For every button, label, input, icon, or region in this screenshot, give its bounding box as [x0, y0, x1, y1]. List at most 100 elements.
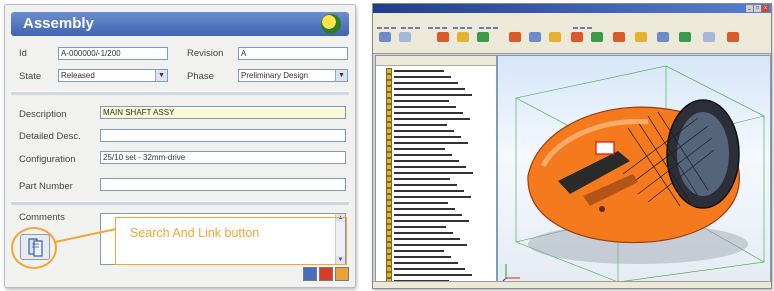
tree-item[interactable]	[386, 193, 474, 200]
ribbon-button[interactable]	[571, 32, 583, 42]
tree-item-label	[394, 183, 457, 186]
ribbon-button[interactable]	[727, 32, 739, 42]
phase-select[interactable]: Preliminary Design ▼	[238, 69, 348, 82]
tree-item[interactable]	[386, 265, 474, 272]
tree-item[interactable]	[386, 253, 474, 260]
tree-item[interactable]	[386, 151, 474, 158]
tree-item-label	[394, 135, 461, 138]
tree-item-label	[394, 243, 467, 246]
tree-item[interactable]	[386, 247, 474, 254]
tree-item[interactable]	[386, 127, 474, 134]
tree-item-label	[394, 93, 472, 96]
tree-item[interactable]	[386, 229, 474, 236]
feature-tree[interactable]	[375, 55, 497, 287]
ribbon-button[interactable]	[635, 32, 647, 42]
tree-item[interactable]	[386, 205, 474, 212]
revision-field[interactable]: A	[238, 47, 348, 60]
tree-item-label	[394, 219, 469, 222]
description-field[interactable]: MAIN SHAFT ASSY	[100, 106, 346, 119]
tree-item[interactable]	[386, 199, 474, 206]
tree-item[interactable]	[386, 259, 474, 266]
info-icon[interactable]	[335, 267, 349, 281]
tree-item[interactable]	[386, 67, 474, 74]
cad-window: _ □ x	[372, 3, 772, 289]
stop-icon[interactable]	[319, 267, 333, 281]
tree-item-label	[394, 261, 458, 264]
state-select[interactable]: Released ▼	[58, 69, 168, 82]
tree-item[interactable]	[386, 115, 474, 122]
tree-item[interactable]	[386, 223, 474, 230]
tree-item-label	[394, 81, 458, 84]
minimize-icon[interactable]: _	[746, 5, 753, 12]
tree-item-label	[394, 123, 447, 126]
configuration-label: Configuration	[19, 154, 76, 165]
tree-item[interactable]	[386, 175, 474, 182]
ribbon-button[interactable]	[399, 32, 411, 42]
tree-item[interactable]	[386, 181, 474, 188]
tree-item[interactable]	[386, 85, 474, 92]
id-field[interactable]: A-000000/-1/200	[58, 47, 168, 60]
tree-item-label	[394, 237, 460, 240]
tree-item[interactable]	[386, 91, 474, 98]
model-viewport[interactable]	[497, 55, 771, 287]
maximize-icon[interactable]: □	[754, 5, 761, 12]
callout-text: Search And Link button	[130, 226, 260, 240]
ribbon-button[interactable]	[703, 32, 715, 42]
tree-item[interactable]	[386, 121, 474, 128]
tree-item[interactable]	[386, 163, 474, 170]
tree-item[interactable]	[386, 133, 474, 140]
chevron-down-icon[interactable]: ▼	[155, 70, 167, 81]
ribbon-button[interactable]	[657, 32, 669, 42]
tree-item[interactable]	[386, 157, 474, 164]
tree-item[interactable]	[386, 97, 474, 104]
tree-item[interactable]	[386, 241, 474, 248]
ribbon-button[interactable]	[529, 32, 541, 42]
state-label: State	[19, 71, 42, 82]
ribbon-button[interactable]	[591, 32, 603, 42]
tree-item[interactable]	[386, 109, 474, 116]
tree-item-label	[394, 141, 468, 144]
configuration-field[interactable]: 25/10 set - 32mm-drive	[100, 151, 346, 164]
ribbon-button[interactable]	[549, 32, 561, 42]
comments-label: Comments	[19, 212, 65, 223]
status-bar	[373, 281, 771, 288]
close-icon[interactable]: x	[762, 5, 769, 12]
ribbon-button[interactable]	[477, 32, 489, 42]
window-controls: _ □ x	[746, 5, 769, 12]
tree-item[interactable]	[386, 73, 474, 80]
chevron-down-icon[interactable]: ▼	[335, 70, 347, 81]
tree-item[interactable]	[386, 79, 474, 86]
description-label: Description	[19, 109, 67, 120]
tree-item-label	[394, 111, 463, 114]
ribbon-button[interactable]	[613, 32, 625, 42]
tree-item-label	[394, 249, 444, 252]
part-number-field[interactable]	[100, 178, 346, 191]
ribbon-button[interactable]	[509, 32, 521, 42]
tree-item-label	[394, 75, 451, 78]
ribbon-button[interactable]	[457, 32, 469, 42]
tree-item-label	[394, 105, 456, 108]
tree-item[interactable]	[386, 187, 474, 194]
tree-item-label	[394, 87, 465, 90]
help-icon[interactable]	[303, 267, 317, 281]
tree-item[interactable]	[386, 211, 474, 218]
logo-icon	[321, 14, 341, 34]
ribbon-button[interactable]	[379, 32, 391, 42]
tree-item[interactable]	[386, 169, 474, 176]
assembly-panel: Assembly Id A-000000/-1/200 Revision A S…	[4, 4, 356, 288]
tree-item[interactable]	[386, 271, 474, 278]
tree-item-label	[394, 147, 445, 150]
detailed-desc-field[interactable]	[100, 129, 346, 142]
tree-item-label	[394, 213, 462, 216]
tree-item[interactable]	[386, 235, 474, 242]
part-number-label: Part Number	[19, 181, 73, 192]
tree-item[interactable]	[386, 145, 474, 152]
tree-item-label	[394, 177, 450, 180]
ribbon-button[interactable]	[679, 32, 691, 42]
detailed-desc-label: Detailed Desc.	[19, 131, 81, 142]
tree-item[interactable]	[386, 217, 474, 224]
ribbon-button[interactable]	[437, 32, 449, 42]
tree-item[interactable]	[386, 103, 474, 110]
tree-item[interactable]	[386, 139, 474, 146]
tree-item-label	[394, 273, 472, 276]
